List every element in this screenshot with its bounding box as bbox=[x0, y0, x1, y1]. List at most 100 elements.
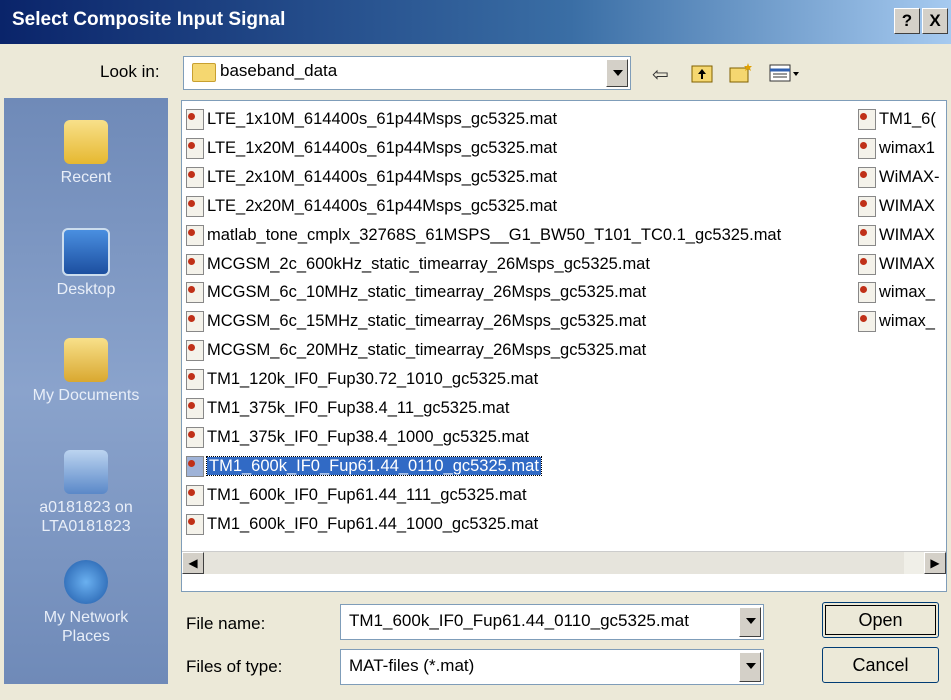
file-type-label: Files of type: bbox=[186, 657, 283, 676]
new-folder-icon[interactable] bbox=[728, 62, 754, 90]
mat-file-icon bbox=[858, 224, 876, 246]
mat-file-icon bbox=[858, 137, 876, 159]
look-in-value: baseband_data bbox=[220, 61, 338, 80]
cancel-button[interactable]: Cancel bbox=[822, 647, 939, 683]
file-row[interactable]: LTE_2x20M_614400s_61p44Msps_gc5325.mat bbox=[186, 195, 558, 222]
file-dialog: Select Composite Input Signal ? X Look i… bbox=[0, 0, 951, 700]
file-name: WIMAX bbox=[879, 196, 935, 215]
place-my-computer[interactable]: a0181823 on LTA0181823 bbox=[4, 450, 168, 536]
file-name: wimax1 bbox=[879, 138, 935, 157]
mat-file-icon bbox=[186, 253, 204, 275]
mat-file-icon bbox=[186, 484, 204, 506]
file-name: TM1_375k_IF0_Fup38.4_11_gc5325.mat bbox=[207, 399, 510, 417]
open-button[interactable]: Open bbox=[822, 602, 939, 638]
desktop-icon bbox=[62, 228, 110, 276]
file-row[interactable]: MCGSM_6c_20MHz_static_timearray_26Msps_g… bbox=[186, 340, 646, 366]
file-row[interactable]: WiMAX- bbox=[858, 166, 940, 193]
mat-file-icon bbox=[186, 195, 204, 217]
mat-file-icon bbox=[858, 195, 876, 217]
file-row[interactable]: MCGSM_6c_10MHz_static_timearray_26Msps_g… bbox=[186, 282, 646, 308]
mat-file-icon bbox=[186, 224, 204, 246]
file-name: wimax_ bbox=[879, 312, 935, 331]
file-name: LTE_1x20M_614400s_61p44Msps_gc5325.mat bbox=[207, 138, 558, 157]
file-row[interactable]: WIMAX bbox=[858, 224, 935, 251]
chevron-down-icon[interactable] bbox=[739, 652, 761, 682]
mat-file-icon bbox=[858, 253, 876, 275]
file-name-label: File name: bbox=[186, 614, 266, 633]
file-name: MCGSM_6c_10MHz_static_timearray_26Msps_g… bbox=[207, 283, 647, 302]
file-row[interactable]: wimax_ bbox=[858, 311, 935, 337]
mat-file-icon bbox=[186, 398, 204, 419]
place-desktop[interactable]: Desktop bbox=[4, 228, 168, 299]
recent-folder-icon bbox=[64, 120, 108, 164]
back-icon[interactable]: ⇦ bbox=[652, 62, 669, 87]
file-row[interactable]: TM1_120k_IF0_Fup30.72_1010_gc5325.mat bbox=[186, 369, 538, 395]
chevron-down-icon[interactable] bbox=[739, 607, 761, 637]
file-row[interactable]: TM1_375k_IF0_Fup38.4_11_gc5325.mat bbox=[186, 398, 509, 424]
file-name: WIMAX bbox=[879, 225, 935, 244]
look-in-label: Look in: bbox=[100, 62, 160, 81]
file-row[interactable]: WIMAX bbox=[858, 195, 935, 222]
file-name: MCGSM_6c_15MHz_static_timearray_26Msps_g… bbox=[207, 312, 647, 331]
close-button[interactable]: X bbox=[922, 8, 948, 34]
network-places-icon bbox=[64, 560, 108, 604]
mat-file-icon bbox=[186, 282, 204, 304]
file-row[interactable]: LTE_1x20M_614400s_61p44Msps_gc5325.mat bbox=[186, 137, 558, 164]
file-name: LTE_2x10M_614400s_61p44Msps_gc5325.mat bbox=[207, 167, 558, 186]
file-name: TM1_6( bbox=[879, 110, 936, 128]
file-name-input[interactable]: TM1_600k_IF0_Fup61.44_0110_gc5325.mat bbox=[340, 604, 764, 640]
file-type-dropdown[interactable]: MAT-files (*.mat) bbox=[340, 649, 764, 685]
mat-file-icon bbox=[186, 369, 204, 391]
title-bar: Select Composite Input Signal ? X bbox=[0, 0, 951, 44]
file-name: LTE_2x20M_614400s_61p44Msps_gc5325.mat bbox=[207, 196, 558, 215]
chevron-down-icon[interactable] bbox=[606, 59, 628, 87]
horizontal-scrollbar[interactable]: ◀ ▶ bbox=[182, 551, 946, 574]
mat-file-icon bbox=[186, 137, 204, 159]
mat-file-icon bbox=[186, 513, 204, 535]
scroll-left-icon[interactable]: ◀ bbox=[182, 552, 204, 574]
file-row[interactable]: wimax1 bbox=[858, 137, 935, 164]
file-row[interactable]: LTE_1x10M_614400s_61p44Msps_gc5325.mat bbox=[186, 109, 557, 135]
file-row[interactable]: TM1_600k_IF0_Fup61.44_111_gc5325.mat bbox=[186, 484, 527, 511]
file-name: TM1_375k_IF0_Fup38.4_1000_gc5325.mat bbox=[207, 427, 529, 446]
window-title: Select Composite Input Signal bbox=[12, 9, 286, 30]
place-network[interactable]: My Network Places bbox=[4, 560, 168, 646]
my-computer-icon bbox=[64, 450, 108, 494]
mat-file-icon bbox=[186, 340, 204, 362]
up-folder-icon[interactable] bbox=[690, 62, 714, 90]
scroll-right-icon[interactable]: ▶ bbox=[924, 552, 946, 574]
file-name: wimax_ bbox=[879, 283, 935, 302]
help-button[interactable]: ? bbox=[894, 8, 920, 34]
file-row[interactable]: TM1_6( bbox=[858, 109, 936, 135]
file-row[interactable]: TM1_600k_IF0_Fup61.44_0110_gc5325.mat bbox=[186, 455, 542, 482]
file-name: MCGSM_2c_600kHz_static_timearray_26Msps_… bbox=[207, 254, 650, 273]
file-row[interactable]: MCGSM_6c_15MHz_static_timearray_26Msps_g… bbox=[186, 311, 646, 337]
folder-icon bbox=[192, 63, 216, 82]
mat-file-icon bbox=[186, 455, 204, 477]
place-recent[interactable]: Recent bbox=[4, 120, 168, 187]
file-row[interactable]: TM1_375k_IF0_Fup38.4_1000_gc5325.mat bbox=[186, 426, 529, 453]
my-documents-icon bbox=[64, 338, 108, 382]
look-in-dropdown[interactable]: baseband_data bbox=[183, 56, 631, 90]
places-bar: Recent Desktop My Documents a0181823 on … bbox=[4, 98, 168, 684]
place-my-documents[interactable]: My Documents bbox=[4, 338, 168, 405]
file-type-value: MAT-files (*.mat) bbox=[349, 656, 475, 675]
file-row[interactable]: wimax_ bbox=[858, 282, 935, 308]
file-row[interactable]: WIMAX bbox=[858, 253, 935, 280]
mat-file-icon bbox=[186, 109, 204, 130]
file-row[interactable]: matlab_tone_cmplx_32768S_61MSPS__G1_BW50… bbox=[186, 224, 781, 251]
mat-file-icon bbox=[186, 311, 204, 333]
view-menu-icon[interactable] bbox=[768, 62, 800, 90]
file-list[interactable]: LTE_1x10M_614400s_61p44Msps_gc5325.mat LT… bbox=[181, 100, 947, 592]
scrollbar-thumb[interactable] bbox=[204, 552, 904, 574]
file-name: MCGSM_6c_20MHz_static_timearray_26Msps_g… bbox=[207, 341, 647, 360]
file-name: WiMAX- bbox=[879, 167, 940, 186]
file-name: TM1_600k_IF0_Fup61.44_111_gc5325.mat bbox=[207, 485, 527, 504]
file-row[interactable]: LTE_2x10M_614400s_61p44Msps_gc5325.mat bbox=[186, 166, 558, 193]
file-row[interactable]: MCGSM_2c_600kHz_static_timearray_26Msps_… bbox=[186, 253, 650, 280]
file-name: LTE_1x10M_614400s_61p44Msps_gc5325.mat bbox=[207, 110, 558, 128]
file-name-value: TM1_600k_IF0_Fup61.44_0110_gc5325.mat bbox=[349, 611, 689, 630]
file-name: TM1_600k_IF0_Fup61.44_0110_gc5325.mat bbox=[206, 455, 542, 476]
file-row[interactable]: TM1_600k_IF0_Fup61.44_1000_gc5325.mat bbox=[186, 513, 538, 540]
file-name: WIMAX bbox=[879, 254, 935, 273]
